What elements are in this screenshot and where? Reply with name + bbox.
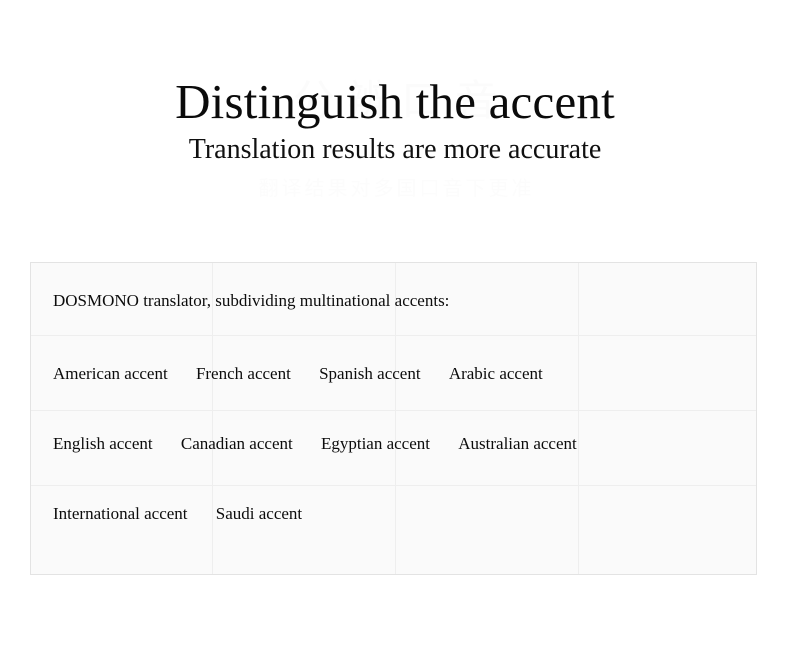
page-title: Distinguish the accent xyxy=(175,73,615,129)
accent-item-spanish: Spanish accent xyxy=(319,364,421,383)
accent-row: American accent French accent Spanish ac… xyxy=(53,362,543,386)
accent-item-french: French accent xyxy=(195,364,291,383)
accent-item-australian: Australian accent xyxy=(458,434,577,453)
page-header: 分辨口音 Distinguish the accent Translation … xyxy=(0,0,790,200)
grid-line-vertical-3 xyxy=(578,263,579,574)
accent-item-egyptian: Egyptian accent xyxy=(320,434,430,453)
grid-line-horizontal-1 xyxy=(31,335,756,336)
page-subtitle: Translation results are more accurate xyxy=(188,134,602,165)
accent-item-arabic: Arabic accent xyxy=(448,364,543,383)
title-area: 分辨口音 Distinguish the accent xyxy=(0,0,790,129)
accent-row: International accent Saudi accent xyxy=(53,502,302,526)
accent-item-international: International accent xyxy=(53,504,188,523)
ghost-subtitle-watermark: 翻译结果对多国口音下更准 xyxy=(258,178,535,200)
grid-line-horizontal-3 xyxy=(31,485,756,486)
accent-panel: DOSMONO translator, subdividing multinat… xyxy=(30,262,757,575)
panel-heading: DOSMONO translator, subdividing multinat… xyxy=(53,291,450,310)
accent-row: English accent Canadian accent Egyptian … xyxy=(53,432,577,456)
accent-item-american: American accent xyxy=(53,364,168,383)
grid-line-horizontal-2 xyxy=(31,410,756,411)
accent-item-canadian: Canadian accent xyxy=(180,434,293,453)
accent-item-saudi: Saudi accent xyxy=(215,504,303,523)
accent-item-english: English accent xyxy=(53,434,153,453)
